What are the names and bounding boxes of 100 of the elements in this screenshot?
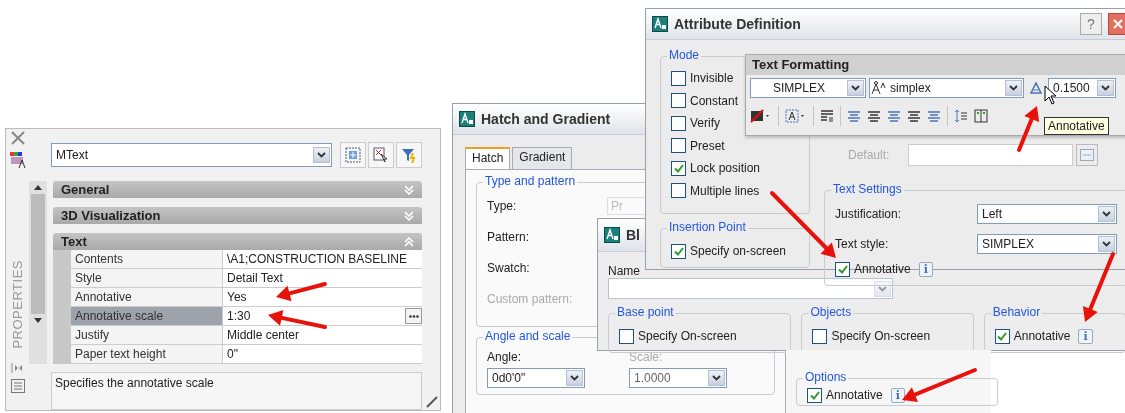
property-value: Yes bbox=[227, 290, 247, 304]
field-icon bbox=[1080, 149, 1094, 161]
dropdown[interactable]: SIMPLEX bbox=[750, 78, 866, 98]
property-value: Middle center bbox=[227, 328, 300, 342]
property-row[interactable]: Annotative scale 1:30 bbox=[71, 307, 422, 326]
check-icon bbox=[809, 390, 820, 400]
filter-button[interactable] bbox=[396, 142, 422, 168]
checkbox[interactable] bbox=[671, 70, 686, 86]
field-label: Type: bbox=[487, 198, 518, 213]
dropdown[interactable]: 0.1500 bbox=[1048, 78, 1116, 98]
insert-field-button[interactable] bbox=[1076, 144, 1098, 166]
toolbar-title: Text Formatting bbox=[746, 55, 1125, 75]
property-row[interactable]: Contents \A1;CONSTRUCTION BASELINE bbox=[71, 250, 422, 269]
chevron-down-icon bbox=[1102, 241, 1111, 247]
checkbox[interactable] bbox=[671, 138, 686, 154]
property-name: Annotative bbox=[71, 288, 223, 306]
list-icon bbox=[10, 378, 25, 393]
section-header[interactable]: General bbox=[53, 181, 422, 198]
align-icon bbox=[847, 110, 861, 122]
checkbox[interactable] bbox=[807, 387, 822, 403]
close-button[interactable] bbox=[1108, 13, 1125, 35]
expand-icon bbox=[404, 184, 414, 195]
group-title: Insertion Point bbox=[667, 220, 748, 234]
scroll-down-icon bbox=[34, 318, 42, 323]
group-title: Behavior bbox=[990, 305, 1043, 319]
checkbox-label: Verify bbox=[690, 116, 720, 131]
chevron-down-icon bbox=[1102, 211, 1111, 217]
help-button[interactable]: ? bbox=[1080, 13, 1102, 35]
checkbox[interactable] bbox=[671, 160, 686, 176]
field-label: Angle: bbox=[487, 350, 523, 364]
select-button[interactable] bbox=[340, 142, 366, 168]
tab[interactable]: Gradient bbox=[512, 147, 573, 169]
callout-arrow bbox=[1082, 252, 1115, 322]
checkbox-label: Multiple lines bbox=[690, 183, 760, 198]
checkbox-label: Lock position bbox=[690, 161, 761, 176]
checkbox-label: Specify On-screen bbox=[831, 329, 931, 343]
close-icon bbox=[1113, 19, 1123, 29]
info-button[interactable]: i bbox=[1078, 328, 1093, 344]
checkbox[interactable] bbox=[812, 328, 828, 344]
dropdown[interactable]: MText bbox=[51, 143, 332, 167]
scrollbar[interactable] bbox=[29, 181, 47, 364]
property-row[interactable]: Style Detail Text bbox=[71, 269, 422, 288]
property-row[interactable]: Justify Middle center bbox=[71, 326, 422, 345]
property-value: 1:30 bbox=[227, 309, 251, 323]
columns-button[interactable] bbox=[974, 106, 988, 126]
scroll-up-icon bbox=[34, 185, 42, 190]
section-header[interactable]: 3D Visualization bbox=[53, 207, 422, 224]
dropdown[interactable]: 0d0'0" bbox=[487, 368, 585, 388]
scroll-thumb[interactable] bbox=[31, 194, 45, 314]
funnel-icon bbox=[401, 147, 417, 163]
callout-arrow bbox=[268, 310, 327, 329]
chevron-down-icon bbox=[878, 285, 887, 292]
select-objects-button[interactable] bbox=[368, 142, 394, 168]
property-name: Justify bbox=[71, 326, 223, 344]
checkbox-label: Annotative bbox=[826, 388, 883, 402]
checkbox[interactable] bbox=[671, 243, 686, 259]
close-icon bbox=[10, 131, 25, 145]
name-field[interactable] bbox=[608, 278, 893, 299]
checkbox[interactable] bbox=[671, 183, 686, 199]
checkbox-label: Annotative bbox=[1013, 329, 1071, 343]
checkbox[interactable] bbox=[671, 115, 686, 131]
chevron-down-icon bbox=[712, 375, 721, 381]
default-field[interactable] bbox=[908, 144, 1073, 166]
field-label: Text style: bbox=[835, 237, 890, 251]
field-label: Custom pattern: bbox=[487, 291, 574, 306]
info-button[interactable]: i bbox=[918, 261, 933, 277]
property-row[interactable]: Annotative Yes bbox=[71, 288, 422, 307]
font-icon bbox=[870, 81, 886, 95]
expand-icon bbox=[10, 362, 25, 373]
checkbox[interactable] bbox=[835, 261, 850, 277]
align-icon bbox=[867, 110, 881, 122]
columns-icon bbox=[974, 109, 988, 123]
checkbox[interactable] bbox=[619, 328, 634, 344]
checkbox[interactable] bbox=[994, 328, 1010, 344]
chevron-down-icon bbox=[570, 375, 579, 381]
check-icon bbox=[997, 331, 1008, 341]
checkbox-label: Invisible bbox=[690, 71, 734, 86]
checkbox-label: Specify on-screen bbox=[690, 244, 787, 258]
align-icon bbox=[927, 110, 941, 122]
field-label: Pattern: bbox=[487, 229, 531, 244]
checkbox[interactable] bbox=[671, 93, 686, 109]
line-spacing-icon bbox=[954, 109, 968, 123]
pointer-icon bbox=[373, 147, 389, 163]
dropdown[interactable]: SIMPLEX bbox=[977, 234, 1117, 254]
section-header[interactable]: Text bbox=[53, 233, 422, 250]
tab[interactable]: Hatch bbox=[465, 147, 511, 169]
group-title: Options bbox=[803, 370, 849, 384]
property-value: \A1;CONSTRUCTION BASELINE bbox=[227, 252, 408, 266]
text-frame-button[interactable] bbox=[785, 106, 807, 126]
property-value: Detail Text bbox=[227, 271, 283, 285]
property-row[interactable]: Paper text height 0" bbox=[71, 345, 422, 364]
text-frame-icon bbox=[785, 109, 807, 123]
paragraph-icon bbox=[820, 109, 834, 123]
annotative-button[interactable] bbox=[1027, 79, 1045, 97]
group-title: Angle and scale bbox=[483, 329, 573, 343]
dropdown[interactable]: simplex bbox=[869, 78, 1024, 98]
browse-button[interactable] bbox=[405, 308, 422, 324]
dropdown[interactable]: Left bbox=[977, 204, 1117, 224]
info-button[interactable]: i bbox=[890, 387, 905, 403]
property-name: Style bbox=[71, 269, 223, 287]
